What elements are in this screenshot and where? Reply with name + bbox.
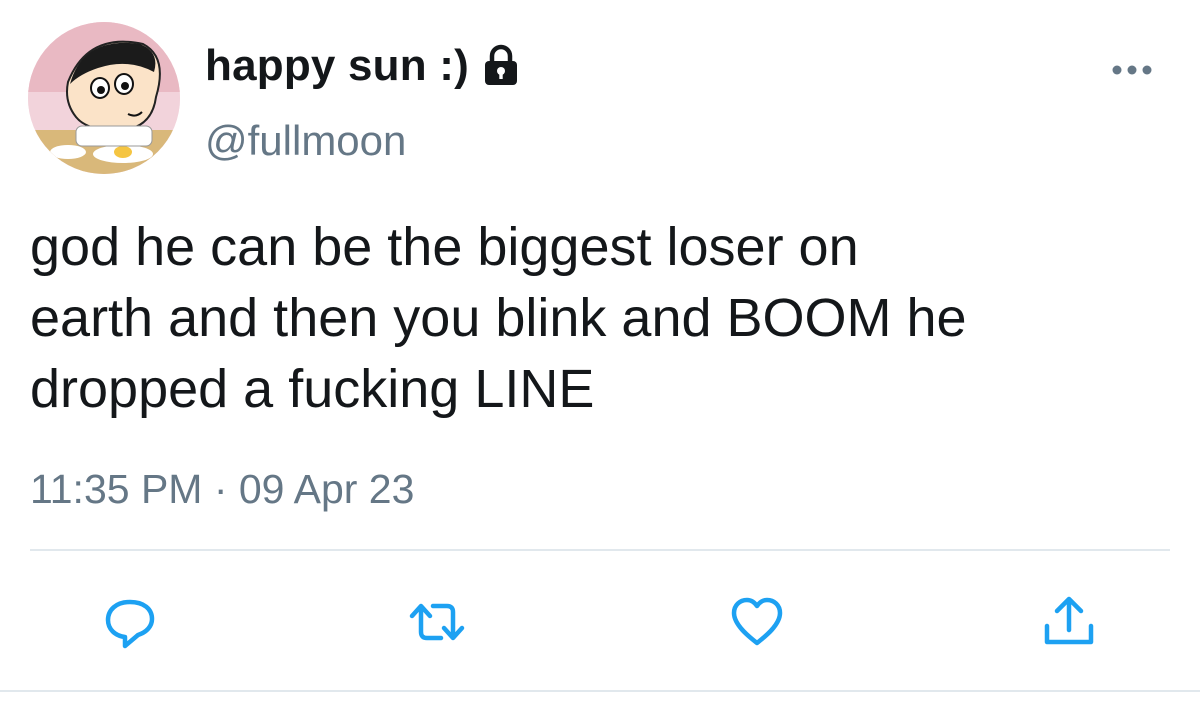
share-icon <box>1044 596 1094 645</box>
heart-icon <box>731 597 783 646</box>
share-button[interactable] <box>1041 594 1097 650</box>
display-name[interactable]: happy sun :) <box>205 41 469 91</box>
divider <box>30 549 1170 551</box>
more-dots-icon[interactable] <box>1110 60 1154 80</box>
like-button[interactable] <box>729 594 785 650</box>
reply-button[interactable] <box>102 594 158 650</box>
avatar-image <box>28 22 180 174</box>
user-handle[interactable]: @fullmoon <box>205 117 406 165</box>
tweet-text: god he can be the biggest loser on earth… <box>30 217 967 419</box>
tweet-card: happy sun :) @fullmoon god he can be the… <box>0 0 1200 710</box>
name-row: happy sun :) <box>205 38 521 94</box>
reply-icon <box>105 599 155 649</box>
retweet-icon <box>409 603 465 641</box>
retweet-button[interactable] <box>409 594 465 650</box>
divider-bottom <box>0 690 1200 692</box>
lock-icon <box>481 44 521 88</box>
avatar[interactable] <box>28 22 180 174</box>
tweet-timestamp[interactable]: 11:35 PM · 09 Apr 23 <box>30 466 414 513</box>
